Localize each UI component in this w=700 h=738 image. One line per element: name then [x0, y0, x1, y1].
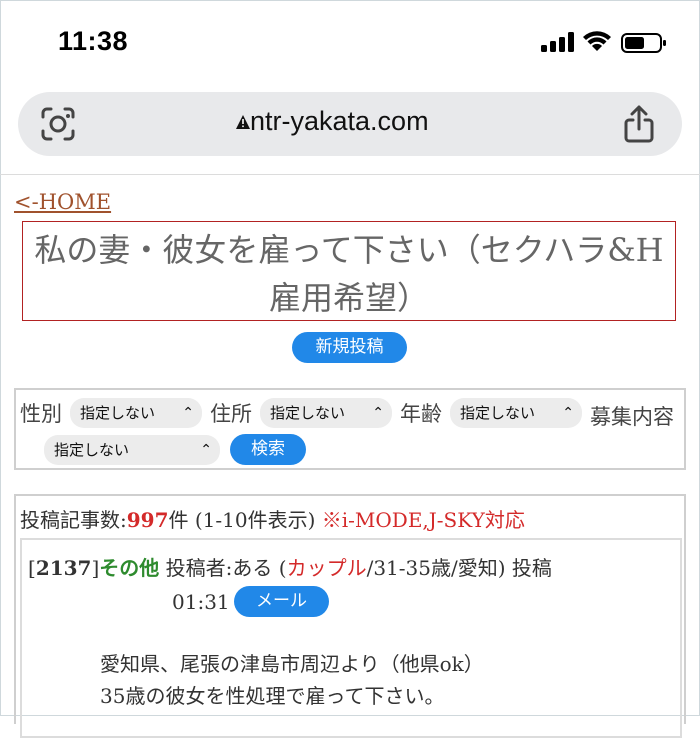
gender-label: 性別 [20, 402, 62, 426]
post-count-value: 997 [126, 508, 169, 532]
post-time: 01:31 [172, 590, 230, 614]
post-list: 投稿記事数:997件 (1-10件表示) ※i-MODE,J-SKY対応 [21… [14, 494, 686, 738]
posted-label: 投稿 [511, 556, 552, 580]
chevron-updown-icon: ⌃ [562, 405, 574, 421]
poster-name: ある [232, 556, 273, 580]
url-text[interactable]: ntr-yakata.com [250, 106, 429, 137]
poster-demographics: /31-35歳/愛知) [366, 556, 506, 580]
battery-icon [621, 33, 666, 53]
post-item: [2137]その他 投稿者:ある (カップル/31-35歳/愛知) 投稿 01:… [20, 538, 682, 738]
gender-select[interactable]: 指定しない ⌃ [70, 398, 202, 428]
address-label: 住所 [210, 402, 252, 426]
toolbar-divider [0, 174, 700, 175]
poster-type: カップル [286, 556, 367, 580]
status-bar: 11:38 [0, 0, 700, 80]
clock: 11:38 [58, 26, 129, 56]
chevron-updown-icon: ⌃ [182, 405, 194, 421]
address-bar[interactable]: ntr-yakata.com [18, 92, 682, 156]
post-body-line: 35歳の彼女を性処理で雇って下さい。 [100, 684, 445, 708]
post-body-line: 愛知県、尾張の津島市周辺より（他県ok） [100, 652, 484, 676]
age-label: 年齢 [400, 402, 442, 426]
age-select[interactable]: 指定しない ⌃ [450, 398, 582, 428]
wifi-icon [583, 31, 611, 51]
new-post-button[interactable]: 新規投稿 [292, 332, 407, 363]
post-count: 投稿記事数:997件 (1-10件表示) ※i-MODE,J-SKY対応 [20, 504, 525, 533]
search-button[interactable]: 検索 [230, 434, 306, 465]
home-link[interactable]: <-HOME [14, 190, 111, 214]
page-title-box: 私の妻・彼女を雇って下さい（セクハラ&H雇用希望） [22, 221, 676, 321]
age-select-value: 指定しない [460, 404, 536, 422]
address-select[interactable]: 指定しない ⌃ [260, 398, 392, 428]
poster-label: 投稿者: [165, 556, 233, 580]
page-title: 私の妻・彼女を雇って下さい（セクハラ&H雇用希望） [34, 231, 664, 317]
gender-select-value: 指定しない [80, 404, 156, 422]
share-icon[interactable] [624, 105, 654, 143]
chevron-updown-icon: ⌃ [200, 442, 212, 458]
post-meta: [2137]その他 投稿者:ある (カップル/31-35歳/愛知) 投稿 [28, 556, 552, 580]
post-count-label: 投稿記事数: [20, 508, 127, 532]
warning-icon [236, 115, 250, 129]
content-select[interactable]: 指定しない ⌃ [44, 435, 220, 465]
post-id[interactable]: 2137 [36, 556, 92, 580]
content-label: 募集内容 [590, 405, 674, 429]
chevron-updown-icon: ⌃ [372, 405, 384, 421]
filter-form: 性別 指定しない ⌃ 住所 指定しない ⌃ 年齢 指定しない ⌃ 募集内容 指定… [14, 388, 686, 470]
post-count-range: 件 (1-10件表示) [168, 508, 316, 532]
post-category: その他 [99, 556, 160, 580]
camera-search-icon[interactable] [40, 107, 76, 141]
mobile-note: ※i-MODE,J-SKY対応 [321, 508, 525, 532]
signal-icon [541, 32, 574, 52]
address-select-value: 指定しない [270, 404, 346, 422]
mail-button[interactable]: メール [234, 586, 329, 617]
content-select-value: 指定しない [54, 441, 130, 459]
